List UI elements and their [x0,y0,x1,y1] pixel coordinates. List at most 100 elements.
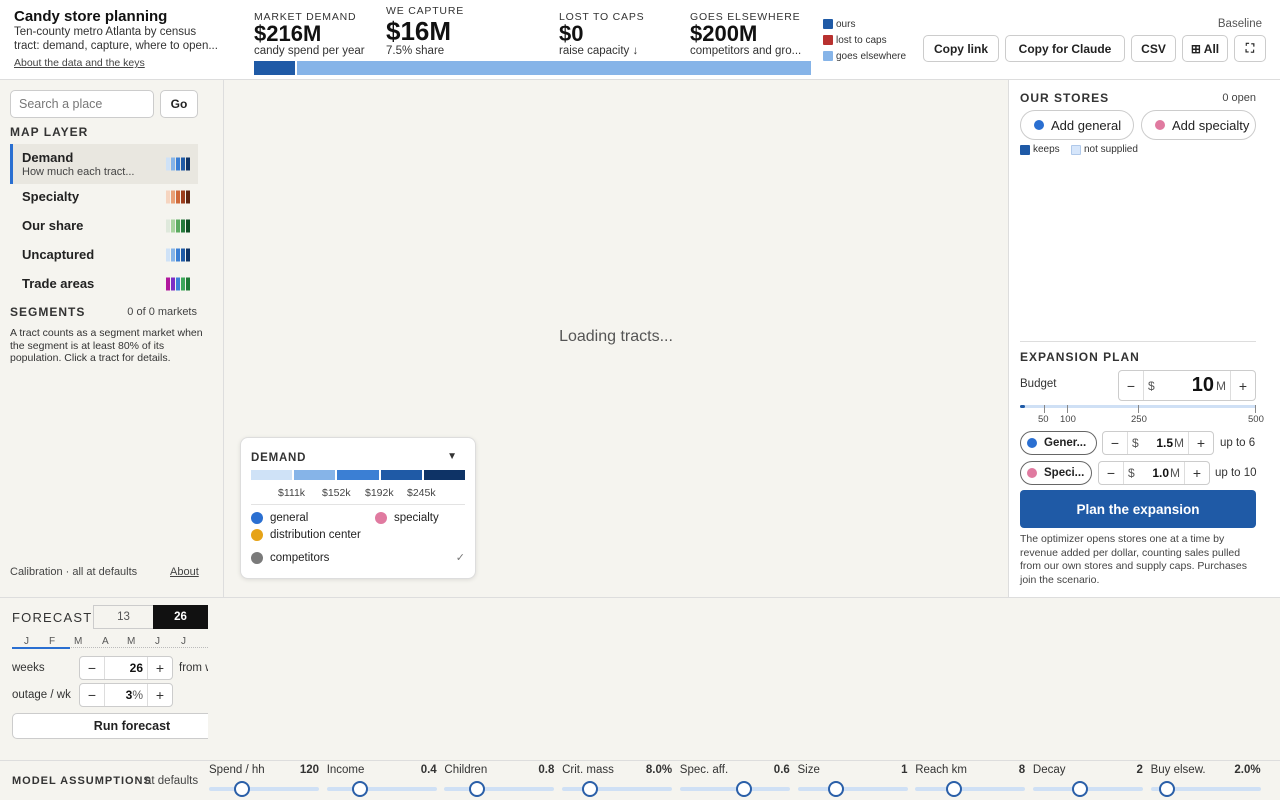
csv-button[interactable]: CSV [1131,35,1176,62]
kpi-value: $200M [690,21,758,46]
layer-trade-areas[interactable]: Trade areas [10,269,198,298]
weeks-stepper: − 26 + [79,656,173,680]
slider-size[interactable]: Size 1 [797,761,908,800]
decrement-button[interactable]: − [1119,371,1143,400]
share-legend: ours lost to caps goes elsewhere [823,16,906,64]
slider-spend-hh[interactable]: Spend / hh 120 [209,761,319,800]
ramp-swatch [176,219,180,232]
increment-button[interactable]: + [1185,462,1209,484]
budget-slider[interactable]: 50 100 250 500 [1020,405,1264,427]
decrement-button[interactable]: − [80,684,104,706]
currency: $ [1128,466,1135,480]
slider-label: Crit. mass [562,764,614,776]
slider-handle[interactable] [735,781,752,797]
button-label: Add specialty [1172,117,1250,133]
layer-label: Specialty [22,189,80,204]
add-general-button[interactable]: Add general [1020,110,1134,140]
search-input[interactable]: Search a place [10,90,154,118]
slider-label: Buy elsew. [1150,764,1206,776]
increment-button[interactable]: + [148,657,172,679]
slider-crit-mass[interactable]: Crit. mass 8.0% [562,761,673,800]
specialty-cost-input[interactable]: $1.0 M [1123,462,1185,484]
slider-spec-aff[interactable]: Spec. aff. 0.6 [679,761,790,800]
slider-income[interactable]: Income 0.4 [326,761,437,800]
slider-value: 0.8 [538,764,555,776]
run-forecast-button[interactable]: Run forecast [12,713,208,739]
copy-for-claude-button[interactable]: Copy for Claude [1005,35,1125,62]
slider-handle[interactable] [945,781,962,797]
slider-handle[interactable] [351,781,368,797]
copy-link-button[interactable]: Copy link [923,35,999,62]
horizon-26-option[interactable]: 26 [153,605,208,629]
legend-tick: $152k [322,487,351,499]
from-label: from w [179,662,208,674]
slider-children[interactable]: Children 0.8 [444,761,555,800]
legend-ramp-swatch [337,470,379,480]
slider-handle[interactable] [581,781,598,797]
slider-handle[interactable] [469,781,486,797]
map-layer-heading: MAP LAYER [10,125,89,139]
legend-competitors[interactable]: competitors ✓ [251,551,465,564]
month-label: M [74,636,83,647]
layer-specialty[interactable]: Specialty [10,182,198,211]
show-all-button[interactable]: ⊞ All [1182,35,1228,62]
general-limit: up to 6 [1220,437,1256,449]
general-type-chip[interactable]: Gener... [1020,431,1097,455]
slider-buy-elsew[interactable]: Buy elsew. 2.0% [1150,761,1261,800]
scenario-label[interactable]: Baseline [1218,18,1262,30]
slider-handle[interactable] [1159,781,1176,797]
legend-label: keeps [1033,144,1060,155]
ramp-swatch [171,219,175,232]
month-label: F [49,636,56,647]
month-label: J [181,636,186,647]
outage-input[interactable]: 3% [104,684,148,706]
about-data-link[interactable]: About the data and the keys [14,57,145,69]
add-specialty-button[interactable]: Add specialty [1141,110,1256,140]
weeks-label: weeks [12,662,45,674]
increment-button[interactable]: + [148,684,172,706]
slider-track [915,787,1026,791]
budget-input[interactable]: $10 M [1143,371,1231,400]
layer-demand[interactable]: Demand How much each tract... [10,144,198,184]
slider-handle[interactable] [828,781,844,797]
layer-uncaptured[interactable]: Uncaptured [10,240,198,269]
ramp-swatch [166,219,170,232]
ramp-swatch [181,157,185,171]
plan-expansion-button[interactable]: Plan the expansion [1020,490,1256,528]
slider-value: 0.4 [420,764,437,776]
slider-handle[interactable] [1072,781,1089,797]
specialty-type-chip[interactable]: Speci... [1020,461,1092,485]
go-button[interactable]: Go [160,90,198,118]
increment-button[interactable]: + [1231,371,1255,400]
about-link[interactable]: About [170,566,199,578]
legend-specialty[interactable]: specialty [375,512,439,524]
legend-general[interactable]: general [251,512,308,524]
unit: M [1174,436,1184,450]
decrement-button[interactable]: − [1099,462,1123,484]
slider-label: Reach km [915,764,967,776]
specialty-dot-icon [1027,468,1037,478]
ramp-swatch [171,190,175,203]
unit: M [1216,378,1226,393]
layer-our-share[interactable]: Our share [10,211,198,240]
decrement-button[interactable]: − [80,657,104,679]
slider-handle[interactable] [234,781,250,797]
share-bar-elsewhere [297,61,811,75]
slider-decay[interactable]: Decay 2 [1032,761,1143,800]
legend-distribution-center[interactable]: distribution center [251,529,361,541]
fullscreen-button[interactable]: ⛶ [1234,35,1266,62]
slider-value: 1 [901,764,908,776]
slider-reach-km[interactable]: Reach km 8 [915,761,1026,800]
ramp-swatch [166,190,170,203]
legend-tick: $192k [365,487,394,499]
subtitle: Ten-county metro Atlanta by census [14,26,197,38]
weeks-input[interactable]: 26 [104,657,148,679]
horizon-13-option[interactable]: 13 [93,605,153,629]
general-cost-input[interactable]: $1.5 M [1127,432,1189,454]
layer-label: Uncaptured [22,247,95,262]
legend-label: goes elsewhere [836,50,907,62]
collapse-legend-icon[interactable]: ▼ [447,451,457,462]
decrement-button[interactable]: − [1103,432,1127,454]
increment-button[interactable]: + [1189,432,1213,454]
kpi-desc[interactable]: raise capacity ↓ [559,45,644,57]
